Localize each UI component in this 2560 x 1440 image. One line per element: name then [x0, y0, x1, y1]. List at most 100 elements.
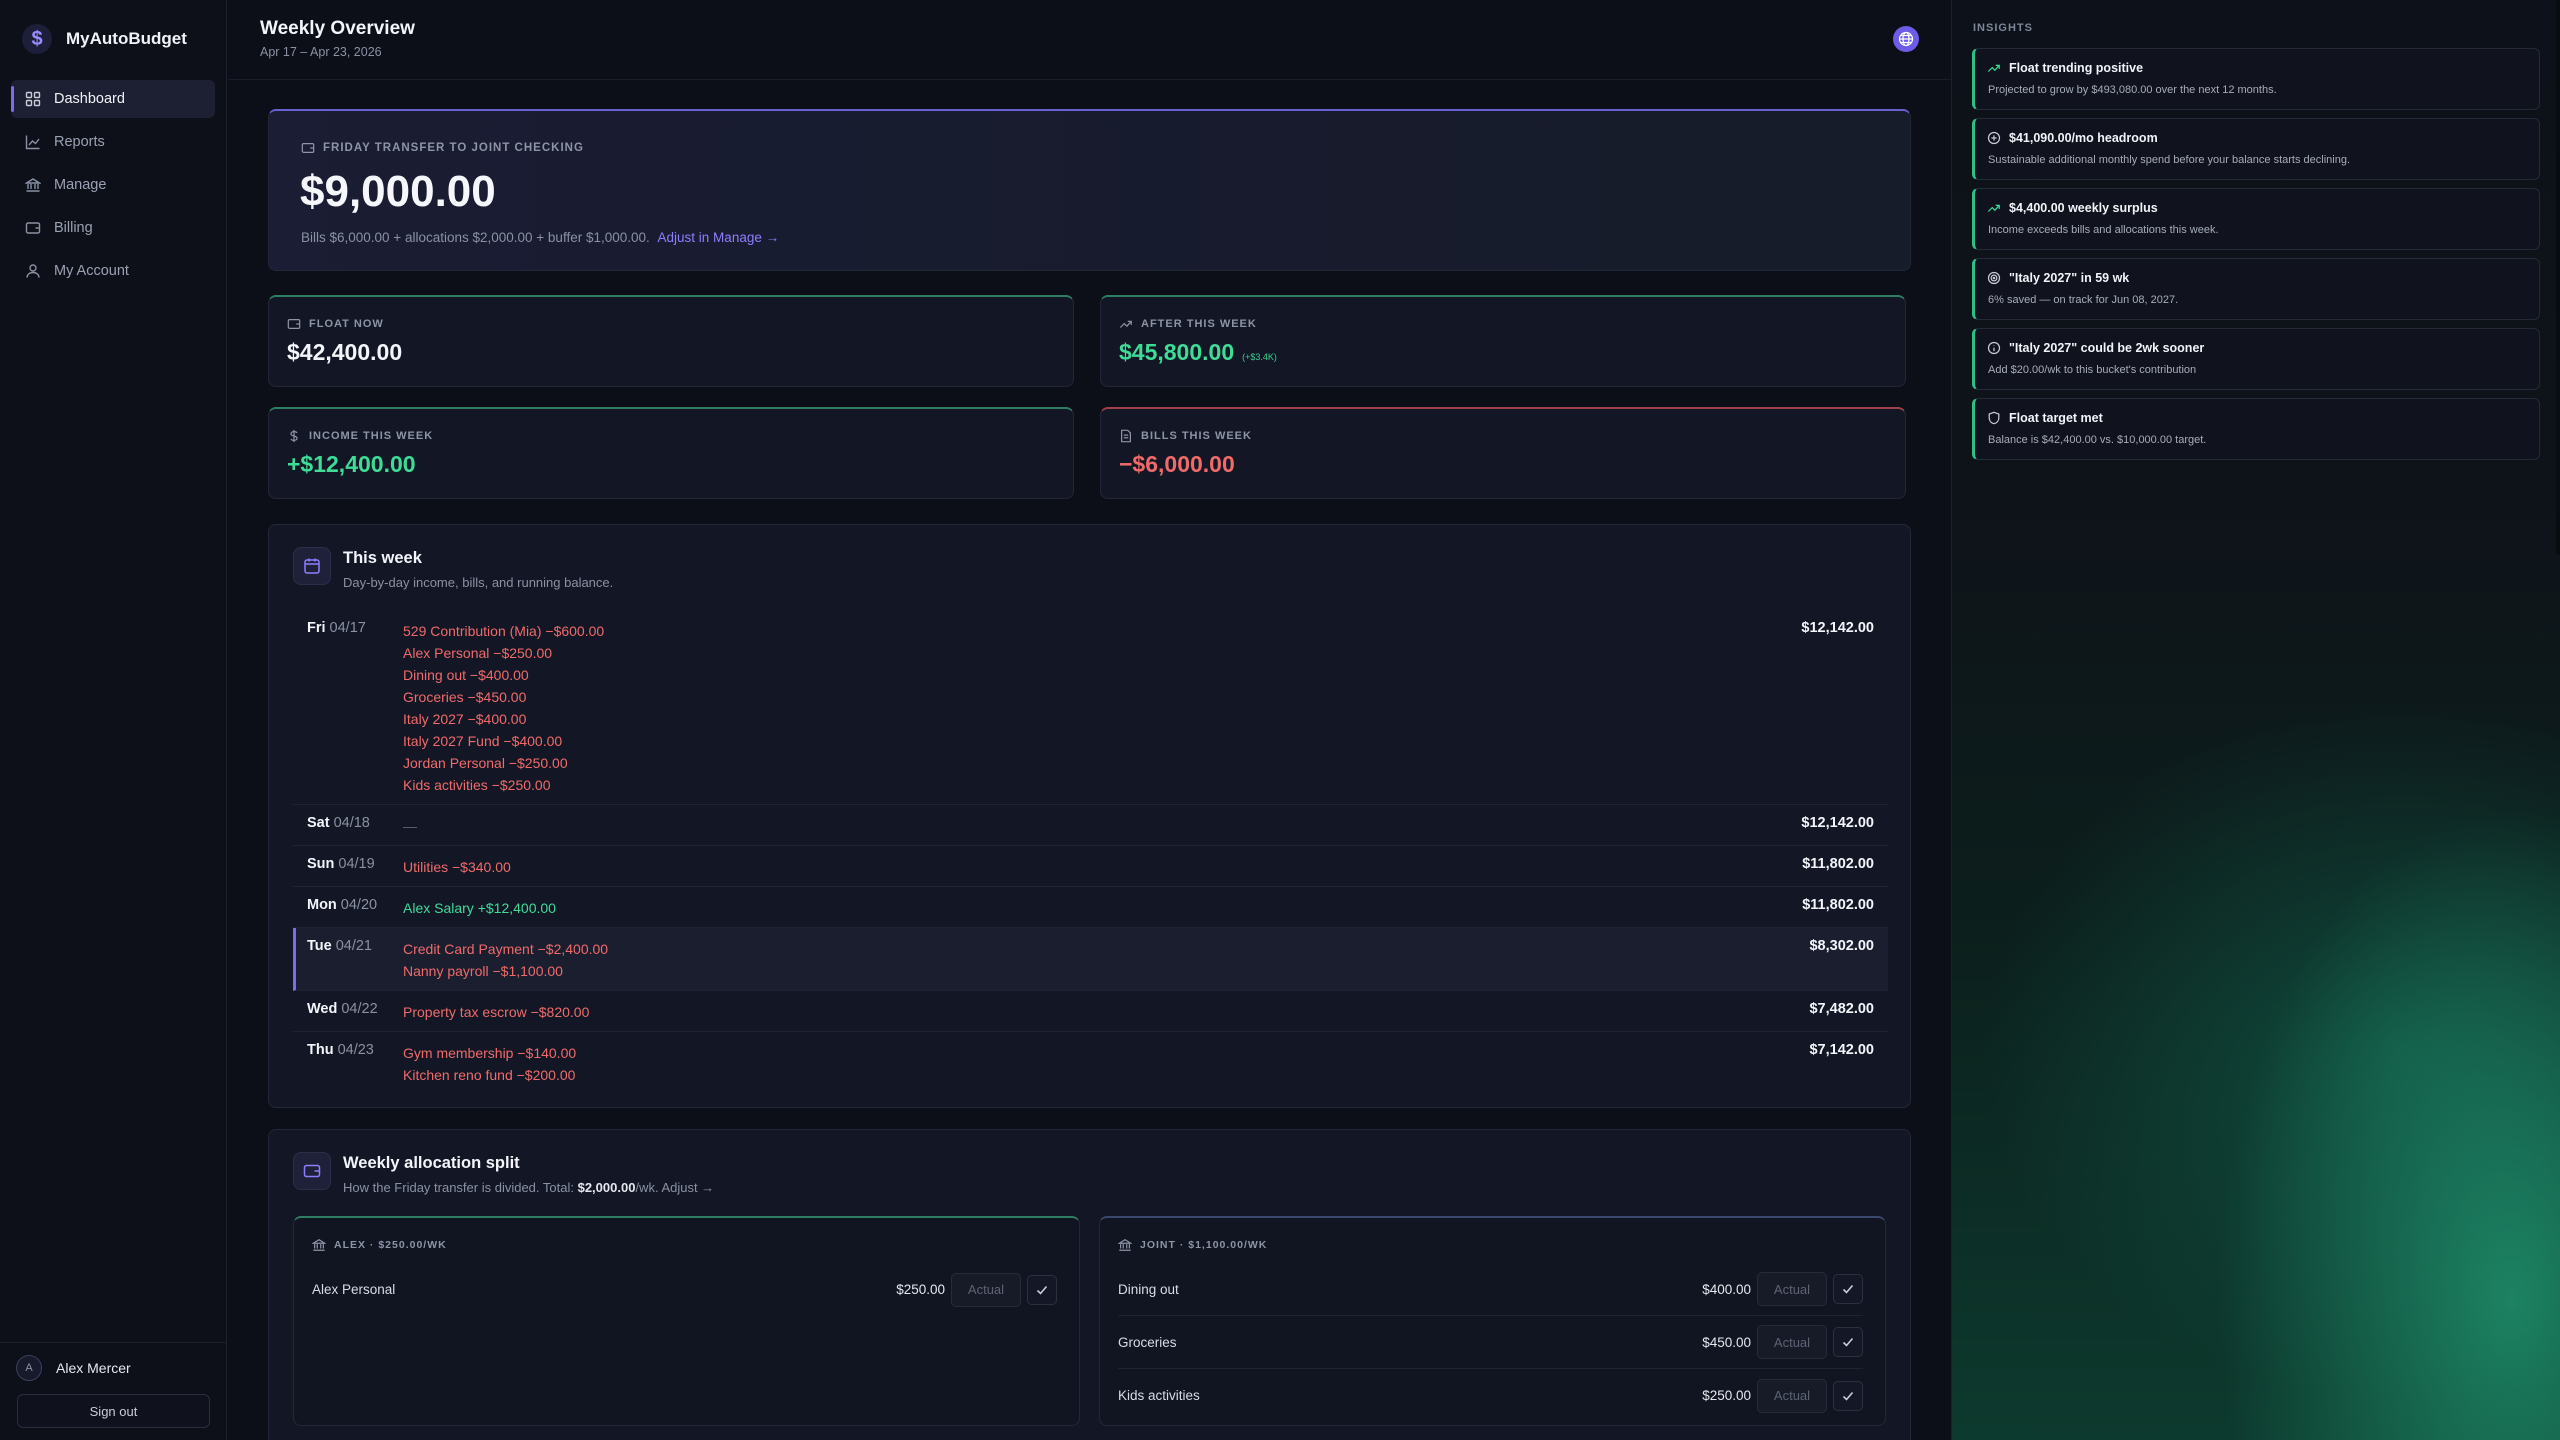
day-transactions: Alex Salary +$12,400.00: [403, 897, 1714, 919]
sidebar-item-label: Dashboard: [54, 91, 125, 107]
running-balance: $12,142.00: [1801, 620, 1874, 636]
subtitle-prefix: How the Friday transfer is divided. Tota…: [343, 1180, 578, 1195]
info-icon: [1987, 341, 2001, 355]
sidebar-item-billing[interactable]: Billing: [11, 209, 215, 247]
bill-item: Kids activities −$250.00: [403, 777, 551, 793]
allocation-line-item: Groceries $450.00 Actual: [1118, 1316, 1863, 1369]
bucket-label: JOINT · $1,100.00/WK: [1140, 1239, 1268, 1251]
day-transactions: Credit Card Payment −$2,400.00 Nanny payr…: [403, 938, 1714, 982]
sidebar-item-manage[interactable]: Manage: [11, 166, 215, 204]
trend-up-icon: [1119, 320, 1132, 328]
insight-card[interactable]: "Italy 2027" in 59 wk 6% saved — on track…: [1972, 258, 2540, 320]
sidebar-item-dashboard[interactable]: Dashboard: [11, 80, 215, 118]
day-label: Mon 04/20: [307, 897, 403, 919]
sidebar-item-label: Manage: [54, 177, 107, 193]
float-now-card: FLOAT NOW $42,400.00: [268, 295, 1074, 387]
bill-item: Gym membership −$140.00: [403, 1045, 577, 1061]
wallet-icon: [24, 219, 42, 237]
insight-card[interactable]: $41,090.00/mo headroom Sustainable additi…: [1972, 118, 2540, 180]
wallet-icon: [301, 143, 315, 153]
trend-up-icon: [1987, 64, 2000, 72]
allocation-card: Weekly allocation split How the Friday t…: [268, 1129, 1911, 1440]
check-icon: [1842, 1284, 1854, 1294]
scrollbar[interactable]: [2556, 0, 2560, 555]
sidebar: $ MyAutoBudget Dashboard Reports Manage: [0, 0, 227, 1440]
income-item: Alex Salary +$12,400.00: [403, 900, 556, 916]
stat-value: +$12,400.00: [287, 451, 416, 477]
day-date: 04/18: [333, 815, 370, 831]
day-label: Tue 04/21: [307, 938, 403, 982]
running-balance: $11,802.00: [1802, 897, 1874, 913]
bills-this-week-card: BILLS THIS WEEK −$6,000.00: [1100, 407, 1906, 499]
line-item-amount: $400.00: [1702, 1281, 1751, 1297]
actual-input[interactable]: Actual: [1757, 1325, 1827, 1359]
bucket-line-items: Alex Personal $250.00 Actual: [312, 1263, 1057, 1316]
bucket-label: ALEX · $250.00/WK: [334, 1239, 447, 1251]
plus-circle-icon: [1987, 131, 2001, 145]
actual-input[interactable]: Actual: [1757, 1272, 1827, 1306]
bill-item: Groceries −$450.00: [403, 689, 527, 705]
day-label: Wed 04/22: [307, 1001, 403, 1023]
insight-title: $41,090.00/mo headroom: [2009, 131, 2158, 145]
adjust-in-manage-link[interactable]: Adjust in Manage →: [658, 230, 780, 245]
insight-header: $4,400.00 weekly surplus: [1987, 201, 2158, 215]
document-icon: [1121, 429, 1131, 443]
transfer-label: FRIDAY TRANSFER TO JOINT CHECKING: [323, 142, 584, 154]
day-date: 04/22: [341, 1001, 378, 1017]
confirm-button[interactable]: [1833, 1380, 1863, 1411]
day-of-week: Thu: [307, 1042, 334, 1058]
insight-card[interactable]: $4,400.00 weekly surplus Income exceeds b…: [1972, 188, 2540, 250]
sidebar-item-reports[interactable]: Reports: [11, 123, 215, 161]
page-header: Weekly Overview Apr 17 – Apr 23, 2026: [228, 0, 1951, 80]
running-balance: $7,142.00: [1809, 1042, 1874, 1058]
confirm-button[interactable]: [1027, 1274, 1057, 1305]
insight-body: Sustainable additional monthly spend bef…: [1988, 154, 2351, 166]
insight-title: "Italy 2027" could be 2wk sooner: [2009, 341, 2205, 355]
running-balance: $7,482.00: [1809, 1001, 1874, 1017]
stat-value: $45,800.00 (+$3.4K): [1119, 339, 1277, 366]
adjust-allocation-link[interactable]: /wk. Adjust →: [635, 1180, 714, 1195]
bill-item: Utilities −$340.00: [403, 859, 511, 875]
dollar-icon: [290, 429, 298, 443]
line-item-name: Dining out: [1118, 1281, 1179, 1297]
bank-icon: [312, 1239, 326, 1251]
sidebar-item-label: Reports: [54, 134, 105, 150]
sidebar-item-my-account[interactable]: My Account: [11, 252, 215, 290]
insight-card[interactable]: "Italy 2027" could be 2wk sooner Add $20.…: [1972, 328, 2540, 390]
confirm-button[interactable]: [1833, 1274, 1863, 1304]
user-profile[interactable]: A Alex Mercer: [0, 1343, 227, 1381]
insight-card[interactable]: Float trending positive Projected to grow…: [1972, 48, 2540, 110]
brand[interactable]: $ MyAutoBudget: [22, 24, 187, 54]
insight-card[interactable]: Float target met Balance is $42,400.00 vs…: [1972, 398, 2540, 460]
stat-label: BILLS THIS WEEK: [1141, 430, 1252, 442]
insight-header: $41,090.00/mo headroom: [1987, 131, 2158, 145]
sidebar-item-label: My Account: [54, 263, 129, 279]
globe-icon[interactable]: [1893, 26, 1919, 52]
bill-item: Italy 2027 Fund −$400.00: [403, 733, 563, 749]
bill-item: Jordan Personal −$250.00: [403, 755, 568, 771]
actual-input[interactable]: Actual: [951, 1272, 1021, 1307]
allocation-line-item: Dining out $400.00 Actual: [1118, 1263, 1863, 1316]
bill-item: Credit Card Payment −$2,400.00: [403, 941, 609, 957]
insight-title: Float target met: [2009, 411, 2103, 425]
sign-out-button[interactable]: Sign out: [17, 1394, 210, 1428]
line-item-amount: $250.00: [896, 1282, 945, 1297]
sidebar-footer: A Alex Mercer Sign out: [0, 1342, 227, 1428]
insight-body: Balance is $42,400.00 vs. $10,000.00 tar…: [1988, 434, 2207, 446]
allocation-line-item: Kids activities $250.00 Actual: [1118, 1369, 1863, 1422]
stat-value: −$6,000.00: [1119, 451, 1235, 477]
actual-input[interactable]: Actual: [1757, 1378, 1827, 1413]
insight-body: Projected to grow by $493,080.00 over th…: [1988, 84, 2277, 96]
day-date: 04/21: [335, 938, 372, 954]
bill-item: Alex Personal −$250.00: [403, 645, 553, 661]
user-name: Alex Mercer: [56, 1360, 131, 1376]
section-subtitle: How the Friday transfer is divided. Tota…: [343, 1180, 714, 1195]
running-balance: $12,142.00: [1801, 815, 1874, 831]
day-transactions: —: [403, 815, 1714, 837]
confirm-button[interactable]: [1833, 1327, 1863, 1357]
insight-body: 6% saved — on track for Jun 08, 2027.: [1988, 294, 2179, 306]
section-subtitle: Day-by-day income, bills, and running ba…: [343, 575, 614, 590]
sidebar-item-label: Billing: [54, 220, 93, 236]
insight-header: "Italy 2027" could be 2wk sooner: [1987, 341, 2204, 355]
day-of-week: Mon: [307, 897, 337, 913]
